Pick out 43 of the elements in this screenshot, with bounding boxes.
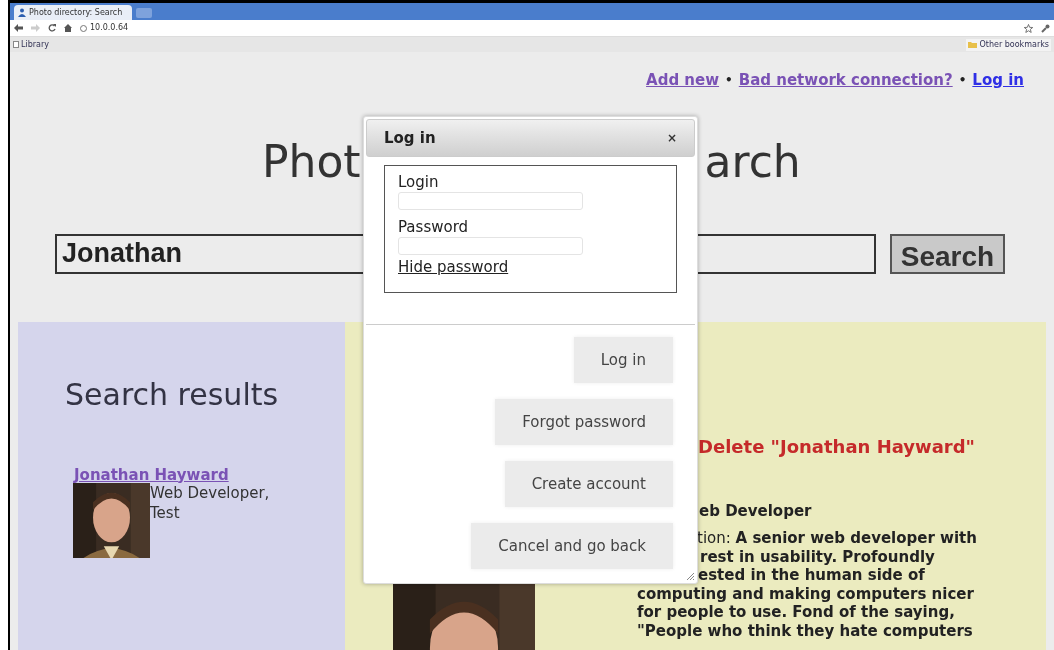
dialog-title: Log in	[384, 127, 436, 149]
separator-dot: •	[725, 72, 733, 90]
text-field[interactable]	[398, 192, 583, 210]
dialog-button[interactable]: Forgot password	[495, 399, 673, 445]
folder-icon	[968, 41, 978, 48]
page-title: Phot	[262, 134, 361, 189]
search-button[interactable]: Search	[890, 233, 1005, 274]
resize-grip-icon[interactable]	[686, 572, 695, 581]
hide-password-link[interactable]: Hide password	[398, 258, 676, 276]
description-line: "People who think they hate computers	[637, 621, 974, 640]
result-description: Web Developer, Test	[150, 483, 271, 524]
url-text: 10.0.0.64	[90, 22, 129, 34]
nav-link[interactable]: Bad network connection?	[738, 69, 953, 92]
description-line: for people to use. Fond of the saying,	[637, 603, 956, 622]
bookmark-folder[interactable]: Other bookmarks	[966, 38, 1051, 51]
close-button[interactable]: ×	[666, 129, 677, 147]
bookmark[interactable]: Library	[13, 38, 49, 51]
delete-link[interactable]: Delete "Jonathan Hayward"	[698, 432, 1046, 460]
nav-link[interactable]: Add new	[646, 69, 720, 92]
person-icon	[18, 8, 26, 17]
address-bar[interactable]: 10.0.0.64	[80, 22, 1016, 34]
back-icon[interactable]	[14, 24, 23, 32]
dialog-button[interactable]: Log in	[573, 337, 673, 383]
description-line: rest in usability. Profoundly	[700, 547, 936, 566]
dialog-button[interactable]: Create account	[504, 461, 673, 507]
page-title: arch	[704, 134, 801, 189]
description-line: ested in the human side of	[698, 566, 926, 585]
tab-title: Photo directory: Search	[29, 6, 123, 19]
job-title: eb Developer	[699, 500, 813, 522]
result-link[interactable]: Jonathan Hayward	[74, 466, 345, 483]
description-line: computing and making computers nicer	[637, 584, 975, 603]
wrench-icon[interactable]	[1041, 23, 1050, 33]
section-heading: Search results	[65, 375, 280, 414]
separator-dot: •	[958, 72, 967, 90]
text-field[interactable]	[398, 237, 583, 255]
home-icon[interactable]	[64, 24, 72, 32]
browser-tab[interactable]: Photo directory: Search	[14, 5, 132, 20]
dialog-button[interactable]: Cancel and go back	[471, 523, 673, 569]
reload-icon[interactable]	[48, 24, 56, 32]
star-icon[interactable]	[1024, 23, 1033, 33]
description-line: tion: A senior web developer with	[697, 529, 978, 548]
nav-link[interactable]: Log in	[972, 69, 1024, 92]
field-label: Login	[398, 172, 440, 192]
